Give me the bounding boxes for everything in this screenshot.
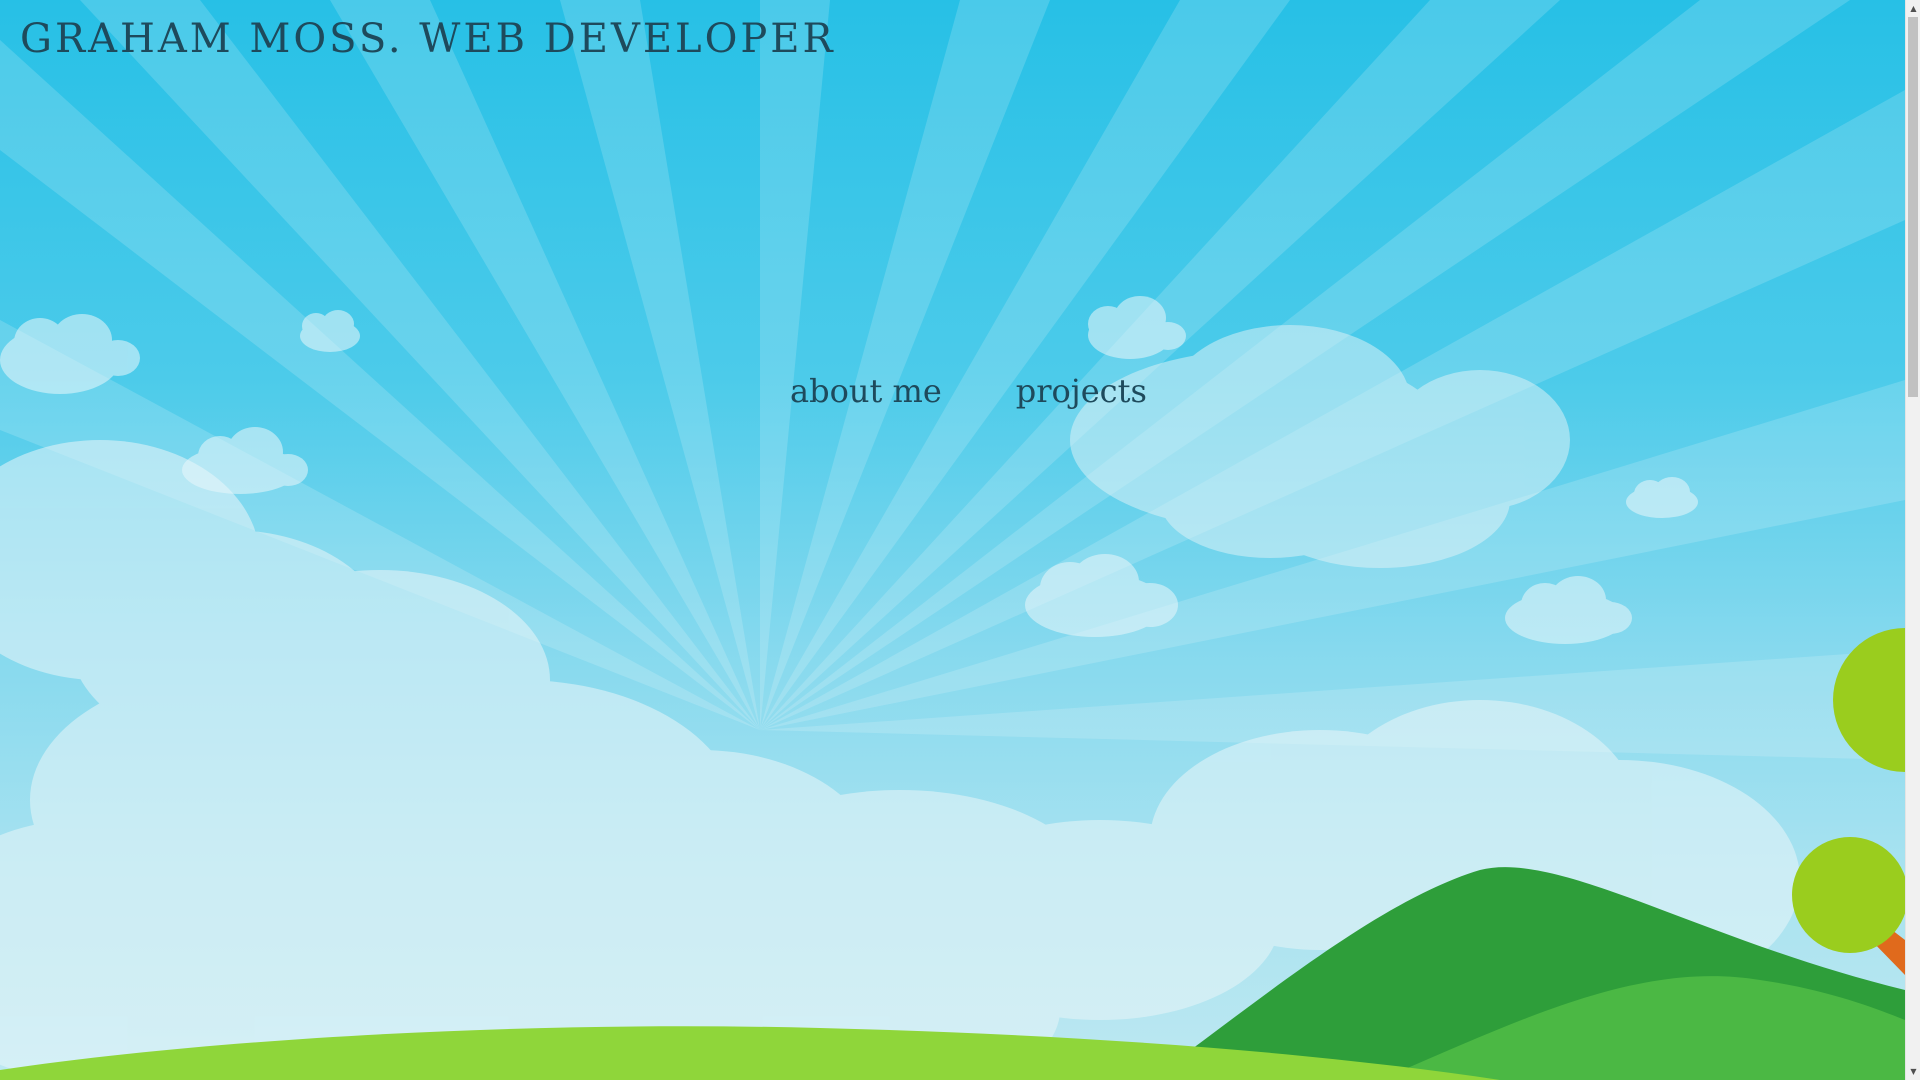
main-nav: about me projects [790,372,1147,410]
vertical-scrollbar[interactable]: ▲ ▼ [1905,0,1920,1080]
tree-foliage-bottom [1792,837,1905,953]
scrollbar-thumb[interactable] [1908,17,1918,397]
nav-link-projects[interactable]: projects [1016,372,1147,410]
sky-background-illustration [0,0,1905,1080]
cloud-small-6 [1505,576,1632,644]
scroll-up-arrow-icon[interactable]: ▲ [1906,0,1920,17]
cloud-small-1 [0,314,140,394]
cloud-small-5 [1025,554,1178,637]
page-viewport: GRAHAM MOSS. WEB DEVELOPER about me proj… [0,0,1905,1080]
cloud-small-2 [300,310,360,352]
scroll-down-arrow-icon[interactable]: ▼ [1906,1063,1920,1080]
nav-link-about-me[interactable]: about me [790,372,942,410]
site-title: GRAHAM MOSS. WEB DEVELOPER [20,16,836,62]
